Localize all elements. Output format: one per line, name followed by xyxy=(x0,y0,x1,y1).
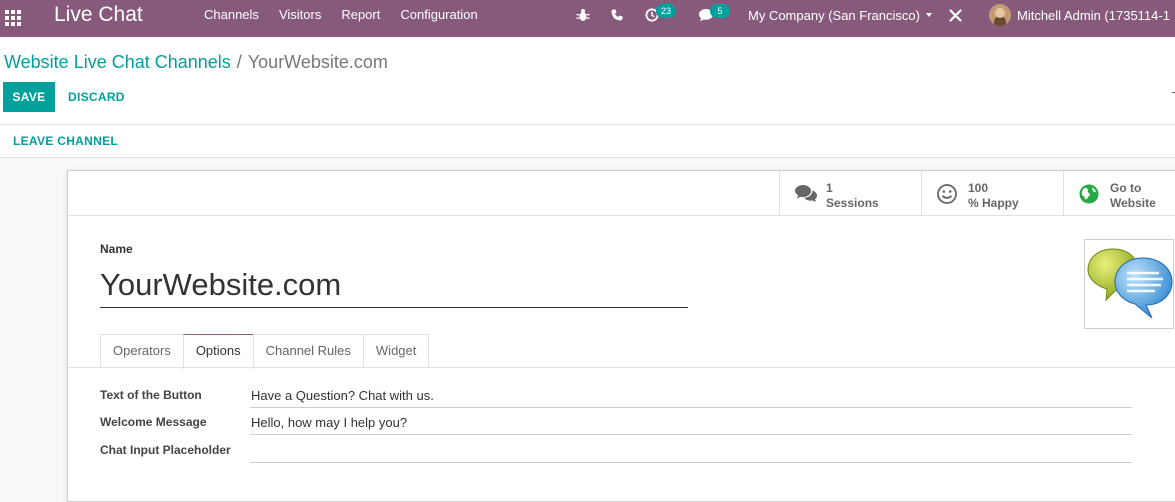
leave-channel-button[interactable]: LEAVE CHANNEL xyxy=(5,130,126,152)
sessions-value: 1 xyxy=(826,181,833,195)
message-count-badge: 5 xyxy=(710,4,730,18)
top-navbar: Live Chat Channels Visitors Report Confi… xyxy=(0,0,1175,37)
systray: 23 5 My Company (San Francisco) Mitchell… xyxy=(0,0,1175,37)
sessions-stat-text: 1 Sessions xyxy=(826,181,879,211)
sessions-stat-button[interactable]: 1 Sessions xyxy=(779,171,921,215)
button-text-label: Text of the Button xyxy=(100,388,202,402)
happy-stat-button[interactable]: 100 % Happy xyxy=(921,171,1063,215)
save-button[interactable]: SAVE xyxy=(3,82,55,112)
button-text-input[interactable] xyxy=(250,383,1132,408)
breadcrumb-current: YourWebsite.com xyxy=(247,52,388,72)
button-text-row: Text of the Button xyxy=(100,383,1132,409)
chat-bubbles-image xyxy=(1087,248,1173,319)
chat-placeholder-input[interactable] xyxy=(250,438,1132,463)
user-menu[interactable]: Mitchell Admin (1735114-1 xyxy=(989,0,1170,30)
welcome-message-row: Welcome Message xyxy=(100,410,1132,436)
phone-icon[interactable] xyxy=(611,0,623,30)
comments-icon xyxy=(794,183,818,205)
sessions-label: Sessions xyxy=(826,196,879,210)
form-tabs: Operators Options Channel Rules Widget xyxy=(100,334,430,369)
happy-value: 100 xyxy=(968,181,989,195)
website-label: Website xyxy=(1110,196,1156,210)
happy-label: % Happy xyxy=(968,196,1019,210)
tabs-divider xyxy=(68,367,1175,368)
channel-name-input[interactable] xyxy=(100,263,688,308)
name-field-label: Name xyxy=(100,242,133,256)
tab-channel-rules[interactable]: Channel Rules xyxy=(252,334,364,367)
breadcrumb-separator: / xyxy=(236,52,242,72)
form-sheet: 1 Sessions 100 % Happy Go to Website Nam… xyxy=(67,170,1175,502)
go-to-website-button[interactable]: Go to Website xyxy=(1063,171,1175,215)
happy-stat-text: 100 % Happy xyxy=(968,181,1019,211)
company-name: My Company (San Francisco) xyxy=(748,7,920,23)
user-avatar xyxy=(989,4,1011,26)
activity-count-badge: 23 xyxy=(656,4,676,18)
website-stat-text: Go to Website xyxy=(1110,181,1156,211)
discard-button[interactable]: DISCARD xyxy=(60,82,133,112)
tab-widget[interactable]: Widget xyxy=(362,334,430,367)
chat-placeholder-label: Chat Input Placeholder xyxy=(100,443,231,457)
website-value: Go to xyxy=(1110,181,1142,195)
caret-down-icon xyxy=(925,13,932,17)
debug-bug-icon[interactable] xyxy=(576,0,590,30)
control-panel: Website Live Chat Channels / YourWebsite.c… xyxy=(0,37,1175,125)
welcome-message-input[interactable] xyxy=(250,410,1132,435)
chat-placeholder-row: Chat Input Placeholder xyxy=(100,438,1132,464)
breadcrumb: Website Live Chat Channels / YourWebsite.c… xyxy=(4,51,388,73)
smile-icon xyxy=(936,183,960,205)
smart-button-box: 1 Sessions 100 % Happy Go to Website xyxy=(68,171,1175,216)
user-name: Mitchell Admin (1735114-1 xyxy=(1017,7,1170,23)
channel-image[interactable] xyxy=(1084,239,1174,329)
globe-icon xyxy=(1078,183,1102,205)
welcome-message-label: Welcome Message xyxy=(100,415,207,429)
form-statusbar: LEAVE CHANNEL xyxy=(0,125,1175,158)
tools-icon[interactable] xyxy=(948,0,963,30)
breadcrumb-parent-link[interactable]: Website Live Chat Channels xyxy=(4,52,231,72)
company-switcher[interactable]: My Company (San Francisco) xyxy=(748,0,932,30)
tab-operators[interactable]: Operators xyxy=(100,334,184,367)
tab-options[interactable]: Options xyxy=(182,334,254,369)
